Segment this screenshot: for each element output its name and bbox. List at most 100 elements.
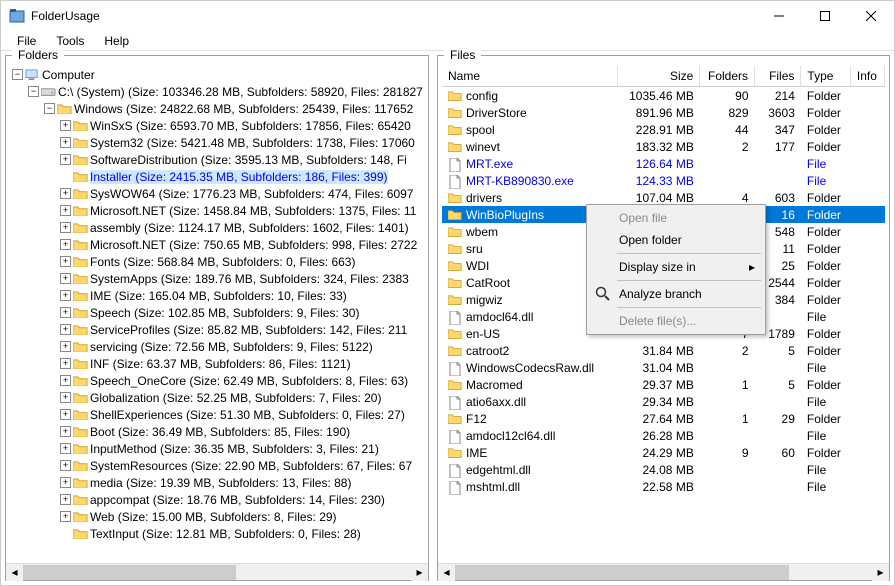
tree-row[interactable]: +SoftwareDistribution (Size: 3595.13 MB,… — [60, 151, 424, 168]
table-row[interactable]: atio6axx.dll29.34 MBFile — [442, 393, 885, 410]
cell-type: Folder — [801, 325, 851, 342]
col-info[interactable]: Info — [850, 66, 884, 87]
tree-row-drive-c[interactable]: − C:\ (System) (Size: 103346.28 MB, Subf… — [28, 83, 424, 100]
tree-row[interactable]: +ShellExperiences (Size: 51.30 MB, Subfo… — [60, 406, 424, 423]
col-files[interactable]: Files — [755, 66, 801, 87]
tree-row[interactable]: +Microsoft.NET (Size: 750.65 MB, Subfold… — [60, 236, 424, 253]
tree-row[interactable]: +Microsoft.NET (Size: 1458.84 MB, Subfol… — [60, 202, 424, 219]
col-type[interactable]: Type — [801, 66, 851, 87]
tree-row[interactable]: +System32 (Size: 5421.48 MB, Subfolders:… — [60, 134, 424, 151]
cell-info — [850, 189, 884, 206]
tree-row[interactable]: +IME (Size: 165.04 MB, Subfolders: 10, F… — [60, 287, 424, 304]
expander-icon[interactable]: + — [60, 324, 71, 335]
table-row[interactable]: WindowsCodecsRaw.dll31.04 MBFile — [442, 359, 885, 376]
minimize-button[interactable] — [756, 1, 802, 31]
expander-icon[interactable]: − — [44, 103, 55, 114]
tree-row[interactable]: +appcompat (Size: 18.76 MB, Subfolders: … — [60, 491, 424, 508]
expander-icon[interactable]: + — [60, 460, 71, 471]
tree-label: INF (Size: 63.37 MB, Subfolders: 86, Fil… — [90, 357, 351, 371]
expander-icon[interactable]: + — [60, 477, 71, 488]
expander-icon[interactable]: + — [60, 375, 71, 386]
menu-help[interactable]: Help — [96, 32, 137, 50]
cell-type: Folder — [801, 291, 851, 308]
tree-row[interactable]: Installer (Size: 2415.35 MB, Subfolders:… — [60, 168, 424, 185]
expander-icon[interactable]: + — [60, 222, 71, 233]
files-h-scrollbar[interactable]: ◂ ▸ — [438, 563, 889, 580]
expander-icon[interactable]: + — [60, 443, 71, 454]
table-row[interactable]: edgehtml.dll24.08 MBFile — [442, 461, 885, 478]
expander-icon[interactable]: + — [60, 256, 71, 267]
table-row[interactable]: MRT.exe126.64 MBFile — [442, 155, 885, 172]
tree-row[interactable]: +SystemResources (Size: 22.90 MB, Subfol… — [60, 457, 424, 474]
col-folders[interactable]: Folders — [700, 66, 755, 87]
maximize-button[interactable] — [802, 1, 848, 31]
tree-row[interactable]: +Boot (Size: 36.49 MB, Subfolders: 85, F… — [60, 423, 424, 440]
tree-row[interactable]: +servicing (Size: 72.56 MB, Subfolders: … — [60, 338, 424, 355]
tree-row[interactable]: + INF (Size: 63.37 MB, Subfolders: 86, Fi… — [60, 355, 424, 372]
tree-row[interactable]: +SysWOW64 (Size: 1776.23 MB, Subfolders:… — [60, 185, 424, 202]
tree-label: TextInput (Size: 12.81 MB, Subfolders: 0… — [90, 527, 361, 541]
expander-icon[interactable]: + — [60, 358, 71, 369]
table-row[interactable]: MRT-KB890830.exe124.33 MBFile — [442, 172, 885, 189]
table-row[interactable]: catroot231.84 MB25Folder — [442, 342, 885, 359]
table-row[interactable]: F1227.64 MB129Folder — [442, 410, 885, 427]
close-button[interactable] — [848, 1, 894, 31]
table-row[interactable]: amdocl12cl64.dll26.28 MBFile — [442, 427, 885, 444]
expander-icon[interactable]: + — [60, 511, 71, 522]
expander-icon[interactable]: + — [60, 290, 71, 301]
tree-row-computer[interactable]: − Computer — [12, 66, 424, 83]
tree-row[interactable]: +Globalization (Size: 52.25 MB, Subfolde… — [60, 389, 424, 406]
ctx-display-size[interactable]: Display size in▸ — [589, 256, 763, 278]
table-row[interactable]: winevt183.32 MB2177Folder — [442, 138, 885, 155]
expander-icon[interactable]: − — [28, 86, 39, 97]
drive-icon — [41, 86, 56, 98]
scroll-left-button[interactable]: ◂ — [438, 564, 455, 581]
tree-row[interactable]: +WinSxS (Size: 6593.70 MB, Subfolders: 1… — [60, 117, 424, 134]
table-row[interactable]: mshtml.dll22.58 MBFile — [442, 478, 885, 495]
expander-icon[interactable]: + — [60, 239, 71, 250]
expander-icon[interactable]: + — [60, 154, 71, 165]
expander-icon[interactable]: + — [60, 494, 71, 505]
tree-row-windows[interactable]: − Windows (Size: 24822.68 MB, Subfolders… — [44, 100, 424, 117]
tree-row[interactable]: +assembly (Size: 1124.17 MB, Subfolders:… — [60, 219, 424, 236]
scroll-right-button[interactable]: ▸ — [411, 564, 428, 581]
scroll-right-button[interactable]: ▸ — [872, 564, 889, 581]
expander-icon[interactable]: + — [60, 188, 71, 199]
tree-row[interactable]: +Speech_OneCore (Size: 62.49 MB, Subfold… — [60, 372, 424, 389]
col-size[interactable]: Size — [617, 66, 700, 87]
tree-row[interactable]: TextInput (Size: 12.81 MB, Subfolders: 0… — [60, 525, 424, 542]
tree-row[interactable]: +Fonts (Size: 568.84 MB, Subfolders: 0, … — [60, 253, 424, 270]
cell-size: 29.34 MB — [617, 393, 700, 410]
tree-row[interactable]: +media (Size: 19.39 MB, Subfolders: 13, … — [60, 474, 424, 491]
col-name[interactable]: Name — [442, 66, 617, 87]
folders-h-scrollbar[interactable]: ◂ ▸ — [6, 563, 428, 580]
expander-icon[interactable]: + — [60, 307, 71, 318]
tree-row[interactable]: +InputMethod (Size: 36.35 MB, Subfolders… — [60, 440, 424, 457]
expander-icon[interactable]: + — [60, 273, 71, 284]
expander-icon[interactable]: − — [12, 69, 23, 80]
tree-row[interactable]: +ServiceProfiles (Size: 85.82 MB, Subfol… — [60, 321, 424, 338]
tree-row[interactable]: +Web (Size: 15.00 MB, Subfolders: 8, Fil… — [60, 508, 424, 525]
tree-row[interactable]: +Speech (Size: 102.85 MB, Subfolders: 9,… — [60, 304, 424, 321]
tree-row[interactable]: +SystemApps (Size: 189.76 MB, Subfolders… — [60, 270, 424, 287]
table-row[interactable]: spool228.91 MB44347Folder — [442, 121, 885, 138]
cell-folders — [700, 359, 755, 376]
table-row[interactable]: IME24.29 MB960Folder — [442, 444, 885, 461]
table-row[interactable]: DriverStore891.96 MB8293603Folder — [442, 104, 885, 121]
cell-size: 24.29 MB — [617, 444, 700, 461]
expander-icon[interactable]: + — [60, 120, 71, 131]
expander-icon[interactable]: + — [60, 341, 71, 352]
folder-icon — [73, 137, 88, 149]
expander-icon[interactable]: + — [60, 392, 71, 403]
expander-icon[interactable]: + — [60, 137, 71, 148]
ctx-analyze-branch[interactable]: Analyze branch — [589, 283, 763, 305]
table-row[interactable]: Macromed29.37 MB15Folder — [442, 376, 885, 393]
expander-icon[interactable]: + — [60, 426, 71, 437]
scroll-left-button[interactable]: ◂ — [6, 564, 23, 581]
folders-tree-body[interactable]: − Computer − C:\ (System) (Size: 103346.… — [6, 62, 428, 563]
expander-icon[interactable]: + — [60, 409, 71, 420]
table-row[interactable]: config1035.46 MB90214Folder — [442, 87, 885, 105]
ctx-open-folder[interactable]: Open folder — [589, 229, 763, 251]
files-list-body[interactable]: Name Size Folders Files Type Info config… — [438, 62, 889, 563]
expander-icon[interactable]: + — [60, 205, 71, 216]
